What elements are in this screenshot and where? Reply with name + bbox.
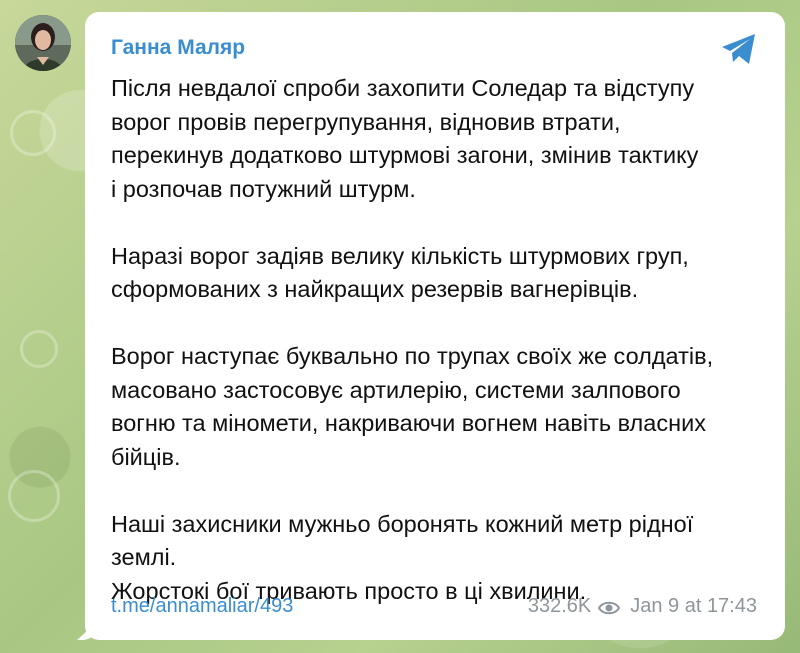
- message-meta: 332.6K Jan 9 at 17:43: [528, 595, 757, 618]
- message-text: Після невдалої спроби захопити Соледар т…: [111, 72, 771, 608]
- text-line: Наразі ворог задіяв велику кількість шту…: [111, 242, 689, 269]
- text-line: Ворог наступає буквально по трупах своїх…: [111, 343, 714, 369]
- share-button[interactable]: [719, 30, 759, 68]
- text-line: сформованих з найкращих резервів вагнері…: [111, 276, 639, 302]
- avatar-image: [15, 15, 71, 71]
- sender-name[interactable]: Ганна Маляр: [111, 36, 245, 60]
- telegram-paper-plane-icon: [722, 34, 755, 64]
- text-line: перекинув додатково штурмові загони, змі…: [111, 142, 699, 168]
- view-count: 332.6K: [527, 595, 592, 617]
- message-bubble: Ганна Маляр Після невдалої спроби захопи…: [85, 12, 785, 640]
- paragraph: Після невдалої спроби захопити Соледар т…: [111, 72, 771, 206]
- text-line: землі.: [111, 544, 177, 570]
- text-line: Після невдалої спроби захопити Соледар т…: [111, 75, 695, 101]
- paragraph: Ворог наступає буквально по трупах своїх…: [111, 340, 771, 474]
- message-link[interactable]: t.me/annamaliar/493: [111, 595, 293, 618]
- text-line: Наші захисники мужньо боронять кожний ме…: [111, 510, 694, 537]
- text-line: і розпочав потужний штурм.: [111, 175, 416, 202]
- background-doodle: [20, 330, 58, 368]
- background-doodle: [10, 110, 56, 156]
- background-doodle: [8, 470, 60, 522]
- paragraph: Наші захисники мужньо боронять кожний ме…: [111, 508, 771, 609]
- eye-icon: [598, 599, 621, 615]
- message-date: Jan 9 at 17:43: [630, 595, 757, 617]
- text-line: бійців.: [111, 443, 181, 470]
- text-line: ворог провів перегрупування, відновив вт…: [111, 108, 621, 135]
- text-line: вогню та міномети, накриваючи вогнем нав…: [111, 410, 706, 436]
- paragraph: Наразі ворог задіяв велику кількість шту…: [111, 240, 771, 307]
- sender-avatar[interactable]: [15, 15, 71, 71]
- text-line: масовано застосовує артилерію, системи з…: [111, 376, 681, 403]
